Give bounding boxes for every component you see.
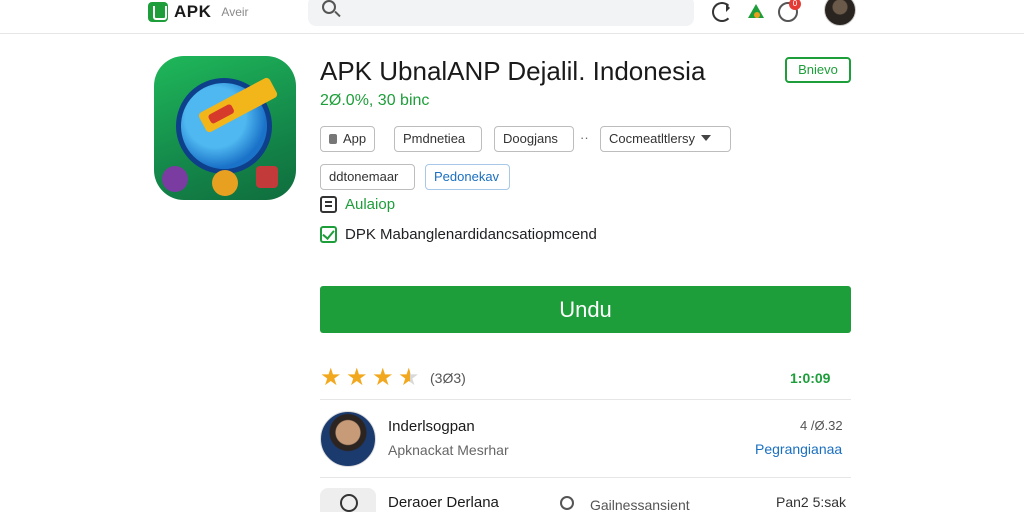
chip-tag-label: Doogjans [503,131,558,146]
chip-tag[interactable]: Doogjans [494,126,574,152]
feature-row-1: Aulaiop [320,196,395,213]
chip-category-label: Pmdnetiea [403,131,466,146]
divider [320,477,851,478]
download-button[interactable]: Undu [320,286,851,333]
dropdown-select[interactable]: Cocmeatltlersy [600,126,731,152]
chip-app[interactable]: App [320,126,376,152]
star-icon: ★ [320,364,342,391]
lock-icon [329,134,337,144]
chip-category[interactable]: Pmdnetiea [394,126,482,152]
chip-link-label: Pedonekav [434,169,500,184]
app-title: APK UbnalANP Dejalil. Indonesia [320,56,706,86]
document-icon [320,196,337,213]
half-star-icon: ★ [398,366,422,390]
feature-2-label: DPK Mabanglenardidancsatiopmcend [345,226,597,243]
bottom-item-right: Pan2 5:sak [776,494,847,510]
clock-icon [560,496,574,510]
user-avatar[interactable] [824,0,856,26]
badge-orange [212,170,238,196]
star-icon: ★ [346,364,368,391]
bottom-item-name: Deraoer Derlana [388,494,499,511]
developer-avatar[interactable] [320,411,376,467]
developer-name[interactable]: Inderlsogpan [388,418,475,435]
developer-date: 4 /Ø.32 [800,418,843,433]
star-icon: ★ [372,364,394,391]
app-subtitle: 2Ø.0%, 30 binc [320,92,430,109]
chevron-down-icon [700,135,711,141]
feature-row-2: DPK Mabanglenardidancsatiopmcend [320,226,597,243]
dropdown-label: Cocmeatltlersy [609,131,695,146]
app-icon [154,56,296,200]
search-icon[interactable] [322,0,336,14]
badge-red [256,166,278,188]
logo-icon [148,2,168,22]
divider [320,399,851,400]
chip-info-label: ddtonemaar [329,169,399,184]
developer-link[interactable]: Pegrangianaa [755,441,842,457]
chip-info[interactable]: ddtonemaar [320,164,415,190]
more-dots: ·· [580,130,589,145]
logo-subtext: Aveir [221,5,249,19]
logo-text: APK [174,2,212,21]
feature-1-label: Aulaiop [345,196,396,213]
follow-button[interactable]: Bnievo [785,57,851,83]
notification-badge: 0 [789,0,801,10]
rating-value: 1:0:09 [790,370,831,386]
developer-subtitle: Apknackat Mesrhar [388,442,509,458]
chip-link[interactable]: Pedonekav [425,164,510,190]
checkmark-icon [320,226,337,243]
rating-stars: ★ ★ ★ ★ [320,366,422,390]
top-header: APK Aveir 0 [0,0,1024,34]
refresh-icon[interactable] [712,2,732,22]
chip-app-label: App [343,131,367,146]
search-input[interactable] [308,0,694,26]
badge-purple [162,166,188,192]
bottom-item-middle: Gailnessansient [590,497,690,512]
settings-icon[interactable] [320,488,376,512]
rating-count: (3Ø3) [430,370,466,386]
play-store-icon[interactable] [746,2,766,22]
site-logo[interactable]: APK Aveir [148,0,249,24]
